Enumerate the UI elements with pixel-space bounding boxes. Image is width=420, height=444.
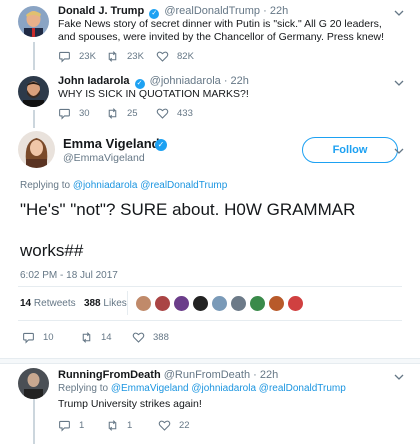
like-button[interactable]: 82K xyxy=(156,50,206,63)
author-handle[interactable]: @RunFromDeath xyxy=(164,369,250,381)
author-handle[interactable]: @johniadarola xyxy=(150,75,221,87)
thread-line xyxy=(33,396,35,444)
tweet-timestamp[interactable]: 6:02 PM - 18 Jul 2017 xyxy=(20,270,118,281)
replying-prefix: Replying to xyxy=(58,383,109,394)
chevron-down-icon[interactable] xyxy=(394,8,404,18)
replying-to-links[interactable]: @EmmaVigeland @johniadarola @realDonaldT… xyxy=(111,383,346,394)
verified-icon: ✓ xyxy=(155,139,167,151)
reply-button[interactable]: 1 xyxy=(58,419,106,432)
tweet-time[interactable]: · 22h xyxy=(224,75,249,87)
author-name[interactable]: John Iadarola xyxy=(58,75,130,87)
author-name[interactable]: Donald J. Trump xyxy=(58,5,144,17)
divider xyxy=(18,320,402,321)
tweet-actions: 30 25 433 xyxy=(58,107,206,120)
like-button[interactable]: 388 xyxy=(132,331,182,344)
retweet-icon xyxy=(82,332,91,343)
divider xyxy=(127,291,128,315)
reply-count: 30 xyxy=(79,108,90,119)
heart-icon xyxy=(156,51,169,62)
retweets-stat-label: Retweets xyxy=(33,298,76,309)
author-handle[interactable]: @realDonaldTrump xyxy=(164,5,260,17)
retweet-count: 25 xyxy=(127,108,138,119)
liker-avatar[interactable] xyxy=(154,295,171,312)
tweet-time[interactable]: · 22h xyxy=(263,5,288,17)
reply-button[interactable]: 30 xyxy=(58,107,106,120)
avatar[interactable] xyxy=(18,131,55,168)
author-name[interactable]: Emma Vigeland xyxy=(63,136,160,151)
author-name[interactable]: RunningFromDeath xyxy=(58,369,161,381)
divider xyxy=(0,358,420,364)
reply-count: 10 xyxy=(43,332,54,343)
tweet-time[interactable]: · 22h xyxy=(253,369,278,381)
like-count: 22 xyxy=(179,420,190,431)
chevron-down-icon[interactable] xyxy=(394,78,404,88)
liker-avatar[interactable] xyxy=(287,295,304,312)
thread-line xyxy=(33,42,35,70)
likes-stat[interactable]: 388 Likes xyxy=(84,298,127,309)
retweet-button[interactable]: 14 xyxy=(80,331,132,344)
author-line: Donald J. Trump ✓ @realDonaldTrump · 22h xyxy=(58,5,288,19)
thread-line xyxy=(33,110,35,128)
like-count: 82K xyxy=(177,51,194,62)
retweet-count: 23K xyxy=(127,51,144,62)
author-line: John Iadarola ✓ @johniadarola · 22h xyxy=(58,75,249,89)
like-count: 388 xyxy=(153,332,169,343)
replying-prefix: Replying to xyxy=(20,180,71,191)
heart-icon xyxy=(132,332,145,343)
replying-to: Replying to @johniadarola @realDonaldTru… xyxy=(20,180,227,191)
tweet-text-line1: "He's" "not"? SURE about. H0W GRAMMAR xyxy=(20,200,356,219)
tweet-stats: 14 Retweets 388 Likes xyxy=(20,298,127,309)
heart-icon xyxy=(158,420,171,431)
reply-count: 23K xyxy=(79,51,96,62)
tweet-actions: 1 1 22 xyxy=(58,419,208,432)
liker-avatar[interactable] xyxy=(268,295,285,312)
like-count: 433 xyxy=(177,108,193,119)
tweet-actions: 23K 23K 82K xyxy=(58,50,206,63)
retweet-icon xyxy=(108,420,117,431)
retweet-count: 14 xyxy=(101,332,112,343)
liker-avatar[interactable] xyxy=(249,295,266,312)
retweets-stat[interactable]: 14 Retweets xyxy=(20,298,76,309)
likes-stat-label: Likes xyxy=(103,298,127,309)
retweet-button[interactable]: 23K xyxy=(106,50,156,63)
liker-avatar[interactable] xyxy=(173,295,190,312)
liker-avatar[interactable] xyxy=(211,295,228,312)
reply-icon xyxy=(23,332,34,344)
follow-button[interactable]: Follow xyxy=(302,137,398,163)
author-line: RunningFromDeath @RunFromDeath · 22h xyxy=(58,369,278,381)
replying-to: Replying to @EmmaVigeland @johniadarola … xyxy=(58,383,346,394)
liker-avatar[interactable] xyxy=(135,295,152,312)
like-button[interactable]: 22 xyxy=(158,419,208,432)
retweet-icon xyxy=(108,51,117,62)
retweet-count: 1 xyxy=(127,420,133,431)
reply-icon xyxy=(59,51,70,63)
reply-button[interactable]: 23K xyxy=(58,50,106,63)
author-handle[interactable]: @EmmaVigeland xyxy=(63,152,145,164)
liker-avatar[interactable] xyxy=(230,295,247,312)
retweets-stat-count: 14 xyxy=(20,298,32,309)
like-button[interactable]: 433 xyxy=(156,107,206,120)
replying-to-links[interactable]: @johniadarola @realDonaldTrump xyxy=(73,180,227,191)
avatar[interactable] xyxy=(18,76,49,107)
likes-stat-count: 388 xyxy=(83,298,101,309)
retweet-button[interactable]: 1 xyxy=(106,419,158,432)
retweet-icon xyxy=(108,108,117,119)
avatar[interactable] xyxy=(18,6,49,37)
tweet-text: Trump University strikes again! xyxy=(58,398,202,410)
reply-icon xyxy=(59,420,70,432)
chevron-down-icon[interactable] xyxy=(394,372,404,382)
retweet-button[interactable]: 25 xyxy=(106,107,156,120)
tweet-text: Fake News story of secret dinner with Pu… xyxy=(58,18,385,43)
reply-button[interactable]: 10 xyxy=(22,331,80,344)
chevron-down-icon[interactable] xyxy=(394,146,404,156)
divider xyxy=(18,286,402,287)
heart-icon xyxy=(156,108,169,119)
tweet-actions: 10 14 388 xyxy=(22,331,182,344)
tweet-text: WHY IS SICK IN QUOTATION MARKS?! xyxy=(58,88,249,100)
avatar[interactable] xyxy=(18,368,49,399)
tweet-text-line2: works## xyxy=(20,241,84,260)
reply-count: 1 xyxy=(79,420,85,431)
reply-icon xyxy=(59,108,70,120)
liker-avatar[interactable] xyxy=(192,295,209,312)
